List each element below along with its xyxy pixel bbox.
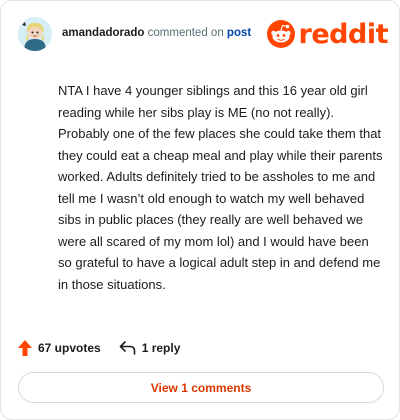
comment-header: amandadorado commented on post reddit xyxy=(18,17,389,53)
reddit-logo[interactable]: reddit xyxy=(266,18,389,50)
username-link[interactable]: amandadorado xyxy=(62,27,144,39)
comment-actions: 67 upvotes 1 reply xyxy=(18,338,180,358)
reddit-wordmark: reddit xyxy=(298,18,389,50)
reply-button[interactable]: 1 reply xyxy=(119,341,181,355)
post-link[interactable]: post xyxy=(227,27,251,39)
upvote-count: 67 upvotes xyxy=(38,341,101,355)
commented-on-label: commented on xyxy=(147,27,224,39)
upvote-button[interactable]: 67 upvotes xyxy=(18,340,101,356)
reply-arrow-icon xyxy=(119,341,136,355)
avatar-illustration xyxy=(18,17,52,51)
upvote-arrow-icon xyxy=(18,340,32,356)
comment-body: NTA I have 4 younger siblings and this 1… xyxy=(58,83,383,292)
comment-meta: amandadorado commented on post xyxy=(62,27,251,39)
user-avatar[interactable] xyxy=(18,17,52,51)
view-comments-button[interactable]: View 1 comments xyxy=(18,372,384,403)
reply-count: 1 reply xyxy=(141,341,181,355)
comment-card: amandadorado commented on post reddit NT… xyxy=(0,0,400,420)
reddit-snoo-icon xyxy=(266,20,295,48)
